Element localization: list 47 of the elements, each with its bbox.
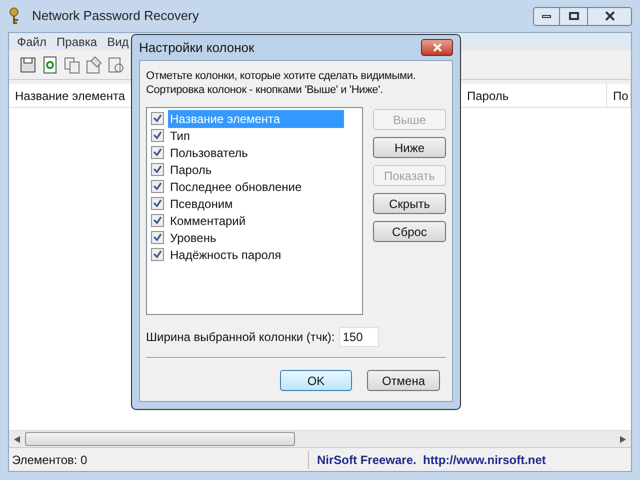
column-header[interactable]: По <box>607 84 631 107</box>
side-button[interactable]: Скрыть <box>373 193 446 214</box>
list-item[interactable]: Комментарий <box>168 212 248 230</box>
list-item[interactable]: Последнее обновление <box>168 178 304 196</box>
horizontal-scrollbar[interactable] <box>9 430 631 447</box>
side-button[interactable]: Ниже <box>373 137 446 158</box>
refresh-icon[interactable] <box>41 56 59 74</box>
checkbox[interactable] <box>151 231 164 244</box>
menu-item[interactable]: Файл <box>13 32 51 50</box>
copy-icon[interactable] <box>63 56 81 74</box>
cancel-button[interactable]: Отмена <box>367 370 440 391</box>
status-credit: NirSoft Freeware. http://www.nirsoft.net <box>316 452 547 468</box>
checkbox[interactable] <box>151 214 164 227</box>
side-button[interactable]: Сброс <box>373 221 446 242</box>
checkbox[interactable] <box>151 197 164 210</box>
ok-button[interactable]: OK <box>280 370 352 391</box>
list-item[interactable]: Пароль <box>168 160 214 178</box>
width-label: Ширина выбранной колонки (тчк): <box>146 329 335 346</box>
menu-item[interactable]: Правка <box>52 32 102 50</box>
list-item[interactable]: Уровень <box>168 228 218 246</box>
maximize-button[interactable] <box>560 6 587 26</box>
close-button[interactable] <box>421 39 453 56</box>
close-icon <box>432 43 442 52</box>
checkbox[interactable] <box>151 163 164 176</box>
menu-item[interactable]: Вид <box>103 32 133 50</box>
close-button[interactable] <box>587 6 632 26</box>
checkbox[interactable] <box>151 180 164 193</box>
window-title: Network Password Recovery <box>32 7 200 26</box>
checkbox[interactable] <box>151 248 164 261</box>
scroll-right-icon[interactable] <box>620 436 626 442</box>
dialog-description: Отметьте колонки, которые хотите сделать видимыми. Сортировка колонок - кнопками 'Выше' и 'Ниже'. <box>146 69 417 97</box>
column-list[interactable]: Название элемента Тип Пользователь Пароль Последнее обновление Псевдоним Комментарий Уровень Надёжность пароля <box>146 107 363 315</box>
list-item[interactable]: Надёжность пароля <box>168 246 284 264</box>
checkbox[interactable] <box>151 146 164 159</box>
scrollbar-thumb[interactable] <box>25 432 295 446</box>
scroll-left-icon[interactable] <box>14 436 20 442</box>
status-count: Элементов: 0 <box>9 450 309 468</box>
minimize-button[interactable] <box>533 6 560 26</box>
checkbox[interactable] <box>151 112 164 125</box>
close-icon <box>604 11 614 21</box>
save-icon[interactable] <box>19 56 37 74</box>
dialog-title: Настройки колонок <box>139 38 256 57</box>
list-item[interactable]: Тип <box>168 126 192 144</box>
checkbox[interactable] <box>151 129 164 142</box>
width-field[interactable]: 150 <box>338 327 379 347</box>
list-item[interactable]: Псевдоним <box>168 194 235 212</box>
list-item[interactable]: Пользователь <box>168 144 250 162</box>
